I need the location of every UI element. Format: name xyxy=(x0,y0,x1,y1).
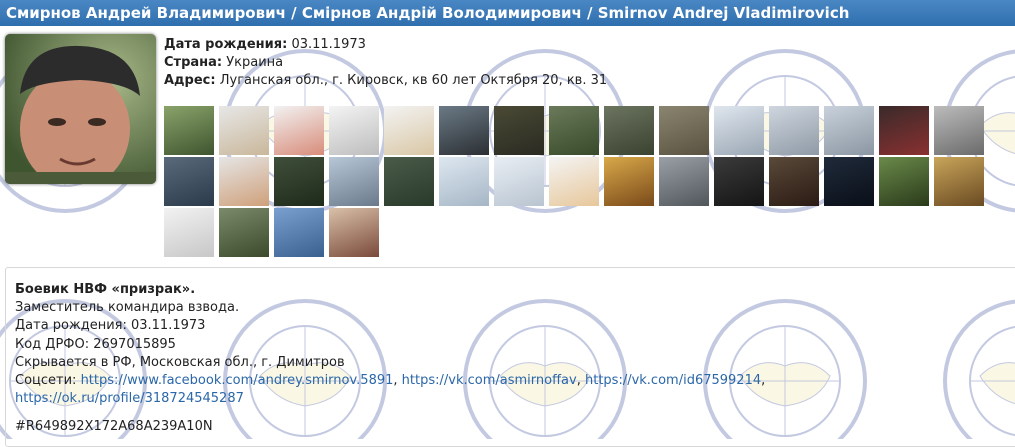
photo-thumbnail[interactable] xyxy=(494,106,544,155)
photo-thumbnail[interactable] xyxy=(879,157,929,206)
detail-line: Скрывается в РФ, Московская обл., г. Дим… xyxy=(15,354,345,370)
photo-thumbnail[interactable] xyxy=(329,106,379,155)
photo-thumbnail[interactable] xyxy=(714,106,764,155)
ok-link[interactable]: https://ok.ru/profile/318724545287 xyxy=(15,391,244,406)
photo-thumbnail[interactable] xyxy=(934,157,984,206)
photo-thumbnail[interactable] xyxy=(384,157,434,206)
photo-thumbnail[interactable] xyxy=(879,106,929,155)
detail-line: Код ДРФО: 2697015895 xyxy=(15,336,176,352)
photo-thumbnail[interactable] xyxy=(274,106,324,155)
detail-line: Заместитель командира взвода. xyxy=(15,300,240,316)
vk-link-1[interactable]: https://vk.com/asmirnoffav xyxy=(402,373,577,388)
photo-thumbnail[interactable] xyxy=(164,157,214,206)
address-row: Адрес: Луганская обл., г. Кировск, кв 60… xyxy=(164,73,608,88)
photo-thumbnail[interactable] xyxy=(274,157,324,206)
photo-thumbnail[interactable] xyxy=(439,106,489,155)
photo-thumbnail[interactable] xyxy=(329,157,379,206)
photo-thumbnail[interactable] xyxy=(549,157,599,206)
vk-link-2[interactable]: https://vk.com/id67599214 xyxy=(585,373,761,388)
profile-info: Дата рождения: 03.11.1973 Страна: Украин… xyxy=(164,36,607,90)
photo-thumbnail[interactable] xyxy=(329,208,379,257)
photo-thumbnail[interactable] xyxy=(219,106,269,155)
page-title: Смирнов Андрей Владимирович / Смірнов Ан… xyxy=(0,0,1015,26)
profile-photo[interactable] xyxy=(5,34,156,184)
social-links-row: Соцсети: https://www.facebook.com/andrey… xyxy=(15,373,766,389)
photo-thumbnail[interactable] xyxy=(439,157,489,206)
photo-thumbnail[interactable] xyxy=(659,157,709,206)
photo-thumbnail[interactable] xyxy=(274,208,324,257)
photo-thumbnail[interactable] xyxy=(604,157,654,206)
photo-thumbnail[interactable] xyxy=(769,106,819,155)
photo-thumbnail[interactable] xyxy=(549,106,599,155)
photo-thumbnail[interactable] xyxy=(934,106,984,155)
birth-date-row: Дата рождения: 03.11.1973 xyxy=(164,37,366,52)
photo-thumbnail[interactable] xyxy=(824,106,874,155)
photo-thumbnail[interactable] xyxy=(714,157,764,206)
country-row: Страна: Украина xyxy=(164,55,284,70)
photo-thumbnail[interactable] xyxy=(219,208,269,257)
profile-block: Дата рождения: 03.11.1973 Страна: Украин… xyxy=(0,26,1015,264)
photo-thumbnail[interactable] xyxy=(659,106,709,155)
detail-line: Дата рождения: 03.11.1973 xyxy=(15,318,206,334)
photo-thumbnail[interactable] xyxy=(164,106,214,155)
photo-thumbnail[interactable] xyxy=(164,208,214,257)
photo-thumbnail[interactable] xyxy=(769,157,819,206)
photo-thumbnail[interactable] xyxy=(824,157,874,206)
photo-thumbnail[interactable] xyxy=(604,106,654,155)
facebook-link[interactable]: https://www.facebook.com/andrey.smirnov.… xyxy=(81,373,394,388)
photo-thumbnail[interactable] xyxy=(384,106,434,155)
person-photo-icon xyxy=(5,34,156,184)
details-card: Боевик НВФ «призрак». Заместитель команд… xyxy=(5,267,1015,447)
photo-thumbnail[interactable] xyxy=(494,157,544,206)
hashtag: #R649892X172A68A239A10N xyxy=(15,419,213,435)
social-links-row-2: https://ok.ru/profile/318724545287 xyxy=(15,390,765,408)
details-heading: Боевик НВФ «призрак». xyxy=(15,282,196,297)
photo-thumbnail[interactable] xyxy=(219,157,269,206)
